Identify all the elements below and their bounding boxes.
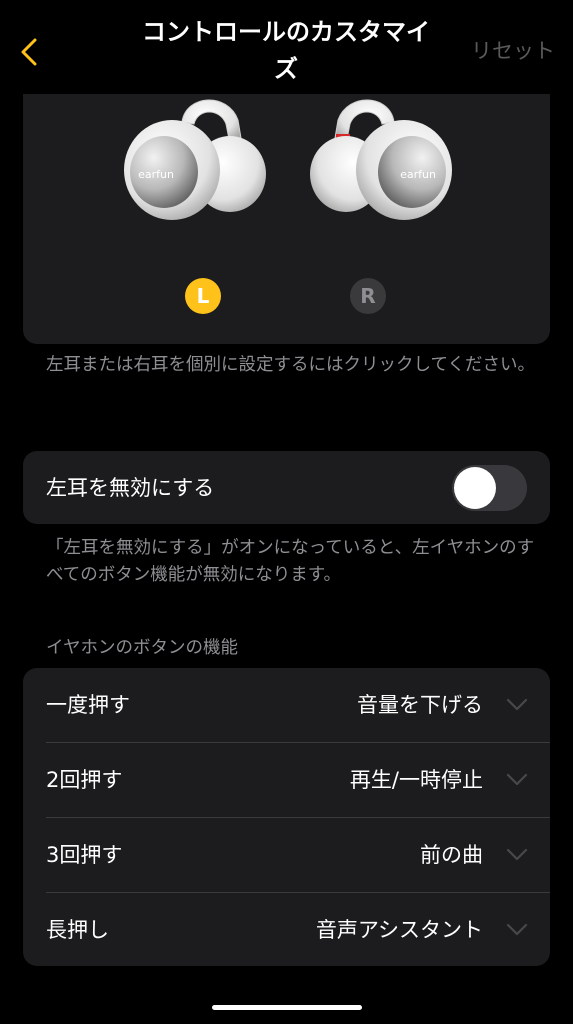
disable-left-ear-switch[interactable] [452,465,527,511]
chevron-down-icon [506,848,528,861]
app-screen: earfun earfun L R 左耳または右耳を個別に設定するにはクリックし… [0,0,573,1024]
function-value: 音声アシスタント [315,918,483,942]
chevron-down-icon [506,773,528,786]
function-row-double-press[interactable]: 2回押す 再生/一時停止 [23,743,550,818]
button-functions-list: 一度押す 音量を下げる 2回押す 再生/一時停止 3回押す 前の曲 長押し 音声… [23,668,550,966]
navigation-bar: コントロールのカスタマイズ リセット [0,0,573,94]
function-row-single-press[interactable]: 一度押す 音量を下げる [23,668,550,743]
function-label: 2回押す [46,768,123,792]
chevron-left-icon[interactable] [14,34,44,70]
function-label: 3回押す [46,843,123,867]
earbud-selector-card: earfun earfun L R [23,60,550,344]
home-indicator[interactable] [212,1005,362,1010]
left-earbud-image[interactable]: earfun [120,92,270,227]
disable-left-ear-row: 左耳を無効にする [23,451,550,524]
function-row-long-press[interactable]: 長押し 音声アシスタント [23,893,550,966]
function-label: 長押し [46,918,109,942]
svg-text:earfun: earfun [400,168,436,181]
button-functions-section-title: イヤホンのボタンの機能 [46,638,238,658]
function-value: 前の曲 [420,843,483,867]
page-title: コントロールのカスタマイズ [142,18,430,83]
disable-ear-hint: 「左耳を無効にする」がオンになっていると、左イヤホンのすべてのボタン機能が無効に… [46,538,535,585]
chevron-down-icon [506,698,528,711]
function-value: 再生/一時停止 [349,768,483,792]
reset-button[interactable]: リセット [471,37,555,65]
switch-knob [454,467,496,509]
svg-text:earfun: earfun [138,168,174,181]
left-ear-selector[interactable]: L [185,278,221,314]
function-row-triple-press[interactable]: 3回押す 前の曲 [23,818,550,893]
chevron-down-icon [506,923,528,936]
function-label: 一度押す [46,693,130,717]
ear-selection-hint: 左耳または右耳を個別に設定するにはクリックしてください。 [46,355,535,375]
right-ear-selector[interactable]: R [350,278,386,314]
disable-left-ear-label: 左耳を無効にする [46,476,215,500]
right-earbud-image[interactable]: earfun [306,92,456,227]
function-value: 音量を下げる [357,693,483,717]
